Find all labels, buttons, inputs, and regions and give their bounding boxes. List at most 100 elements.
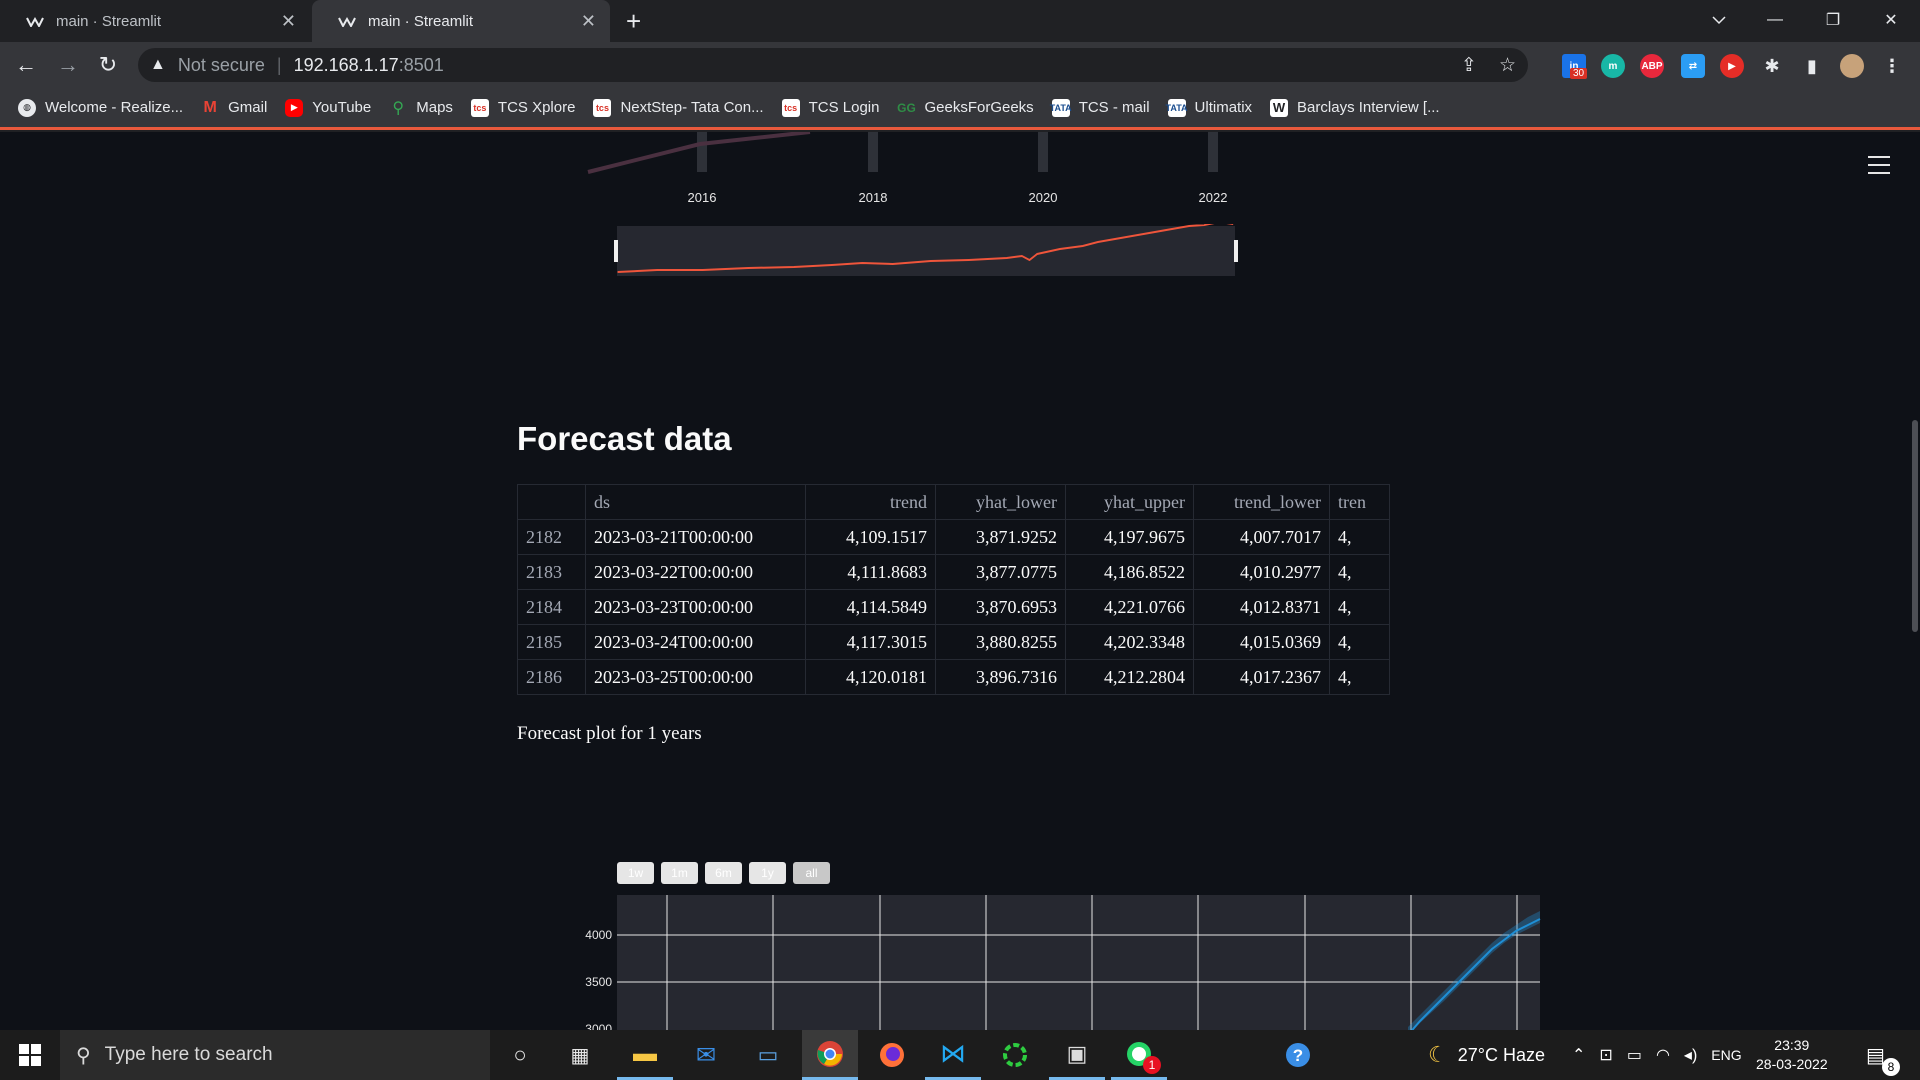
column-header[interactable]: trend	[805, 484, 936, 520]
task-view-icon[interactable]: ▦	[552, 1030, 608, 1080]
range-handle-left[interactable]	[614, 240, 618, 262]
bookmark-item[interactable]: GG GeeksForGeeks	[897, 99, 1034, 117]
table-row: 2185 2023-03-24T00:00:00 4,117.3015 3,880.8…	[517, 624, 1390, 660]
volume-icon[interactable]: ◂)	[1684, 1045, 1697, 1065]
column-header[interactable]: yhat_upper	[1065, 484, 1194, 520]
scrollbar-thumb[interactable]	[1912, 420, 1918, 632]
range-button-6m[interactable]: 6m	[705, 862, 742, 884]
weather-widget[interactable]: ☾ 27°C Haze	[1428, 1030, 1545, 1080]
address-bar[interactable]: ▲ Not secure | 192.168.1.17 :8501 ⇪ ☆	[138, 48, 1528, 82]
new-tab-icon[interactable]: +	[626, 6, 641, 37]
back-icon[interactable]: ←	[10, 50, 42, 80]
forecast-plot: 4000 3500 3000	[585, 895, 1541, 1030]
bookmark-star-icon[interactable]: ☆	[1499, 54, 1516, 77]
firefox-icon[interactable]	[864, 1030, 920, 1080]
minimize-icon[interactable]: —	[1746, 0, 1804, 40]
meet-icon[interactable]: ⊡	[1599, 1045, 1612, 1065]
language-indicator[interactable]: ENG	[1711, 1047, 1741, 1063]
range-button-1m[interactable]: 1m	[661, 862, 698, 884]
column-header[interactable]: yhat_lower	[935, 484, 1066, 520]
plot-area	[617, 895, 1540, 1030]
whatsapp-badge: 1	[1143, 1056, 1161, 1074]
column-header[interactable]: trend_lower	[1193, 484, 1330, 520]
cortana-icon[interactable]: ○	[492, 1030, 548, 1080]
tab-2[interactable]: main · Streamlit ✕	[312, 0, 610, 42]
extension-badge: 30	[1570, 68, 1588, 79]
range-button-1w[interactable]: 1w	[617, 862, 654, 884]
reload-icon[interactable]: ↻	[92, 50, 124, 80]
mail-icon[interactable]: ✉	[678, 1030, 734, 1080]
x-tick-label: 2016	[688, 190, 717, 205]
translate-icon[interactable]: ⇄	[1681, 54, 1705, 78]
bookmark-item[interactable]: TATA TCS - mail	[1050, 98, 1150, 117]
url-host: 192.168.1.17	[293, 54, 399, 75]
tab-title: main · Streamlit	[56, 12, 162, 30]
streamlit-main: 2016 2018 2020 2022 Forecast data ds tre…	[0, 132, 1920, 1030]
bookmark-item[interactable]: W Barclays Interview [...	[1270, 98, 1440, 117]
terminal-icon[interactable]: ▣	[1049, 1030, 1105, 1080]
tata-icon: TATA	[1050, 98, 1072, 117]
search-placeholder: Type here to search	[104, 1044, 273, 1065]
tab-search-icon[interactable]	[1690, 0, 1748, 40]
menu-kebab-icon[interactable]: ⋮	[1880, 54, 1904, 78]
wifi-icon[interactable]: ◠	[1656, 1045, 1670, 1065]
range-button-1y[interactable]: 1y	[749, 862, 786, 884]
youtube-ext-icon[interactable]: ▶	[1720, 54, 1744, 78]
table-row: 2184 2023-03-23T00:00:00 4,114.5849 3,870.6…	[517, 589, 1390, 625]
clock[interactable]: 23:39 28-03-2022	[1756, 1030, 1828, 1080]
hamburger-menu-icon[interactable]	[1868, 156, 1890, 180]
bookmark-item[interactable]: M Gmail	[201, 99, 267, 117]
taskbar-search-box[interactable]: ⚲ Type here to search	[60, 1030, 490, 1080]
windows-start-icon[interactable]	[2, 1030, 58, 1080]
column-header[interactable]: tren	[1329, 484, 1390, 520]
wiki-icon: W	[1270, 98, 1289, 117]
help-icon[interactable]: ?	[1270, 1030, 1326, 1080]
extension-m-icon[interactable]: m	[1601, 54, 1625, 78]
notification-center[interactable]: ▤ 8	[1866, 1030, 1900, 1080]
gmail-icon: M	[203, 98, 217, 116]
battery-icon[interactable]: ▭	[1627, 1045, 1642, 1065]
x-tick-label: 2018	[859, 190, 888, 205]
y-tick-label: 3500	[585, 975, 612, 989]
close-tab-icon[interactable]: ✕	[281, 11, 296, 32]
close-tab-icon[interactable]: ✕	[581, 11, 596, 32]
column-header[interactable]	[517, 484, 586, 520]
url-port: :8501	[398, 54, 444, 75]
bookmark-item[interactable]: ⚲ Maps	[389, 99, 453, 117]
close-window-icon[interactable]: ✕	[1862, 0, 1920, 40]
range-button-all[interactable]: all	[793, 862, 830, 884]
bookmark-item[interactable]: tcs TCS Login	[781, 98, 879, 117]
whatsapp-icon[interactable]: 1	[1111, 1030, 1167, 1080]
column-header[interactable]: ds	[585, 484, 806, 520]
bookmark-item[interactable]: ◍ Welcome - Realize...	[18, 98, 183, 117]
tab-title: main · Streamlit	[368, 12, 474, 30]
adblock-icon[interactable]: ABP	[1640, 54, 1664, 78]
tray-chevron-icon[interactable]: ⌃	[1572, 1045, 1585, 1065]
avatar[interactable]	[1840, 54, 1864, 78]
gfg-icon: GG	[897, 100, 916, 115]
chrome-icon[interactable]	[802, 1030, 858, 1080]
tab-1[interactable]: main · Streamlit ✕	[0, 0, 310, 42]
svg-text:?: ?	[1293, 1046, 1303, 1065]
range-slider[interactable]	[610, 224, 1242, 280]
bookmark-item[interactable]: ▶ YouTube	[285, 98, 371, 117]
side-panel-icon[interactable]: ▮	[1800, 54, 1824, 78]
remote-desktop-icon[interactable]: ▭	[740, 1030, 796, 1080]
x-gridlines	[697, 132, 1218, 172]
file-explorer-icon[interactable]: ▬	[617, 1030, 673, 1080]
bookmark-item[interactable]: TATA Ultimatix	[1166, 98, 1252, 117]
table-row: 2182 2023-03-21T00:00:00 4,109.1517 3,871.9…	[517, 519, 1390, 555]
forward-icon[interactable]: →	[52, 50, 84, 80]
clock-time: 23:39	[1774, 1037, 1810, 1053]
extensions-puzzle-icon[interactable]: ✱	[1760, 54, 1784, 78]
bookmark-item[interactable]: tcs TCS Xplore	[470, 98, 575, 117]
vscode-icon[interactable]: ⋈	[925, 1030, 981, 1080]
restore-icon[interactable]: ❐	[1804, 0, 1862, 40]
address-separator: |	[276, 54, 282, 75]
bookmark-item[interactable]: tcs NextStep- Tata Con...	[593, 98, 764, 117]
clock-date: 28-03-2022	[1756, 1056, 1828, 1072]
share-icon[interactable]: ⇪	[1461, 54, 1477, 77]
range-handle-right[interactable]	[1234, 240, 1238, 262]
search-icon: ⚲	[76, 1044, 91, 1067]
app-ring-icon[interactable]	[987, 1030, 1043, 1080]
